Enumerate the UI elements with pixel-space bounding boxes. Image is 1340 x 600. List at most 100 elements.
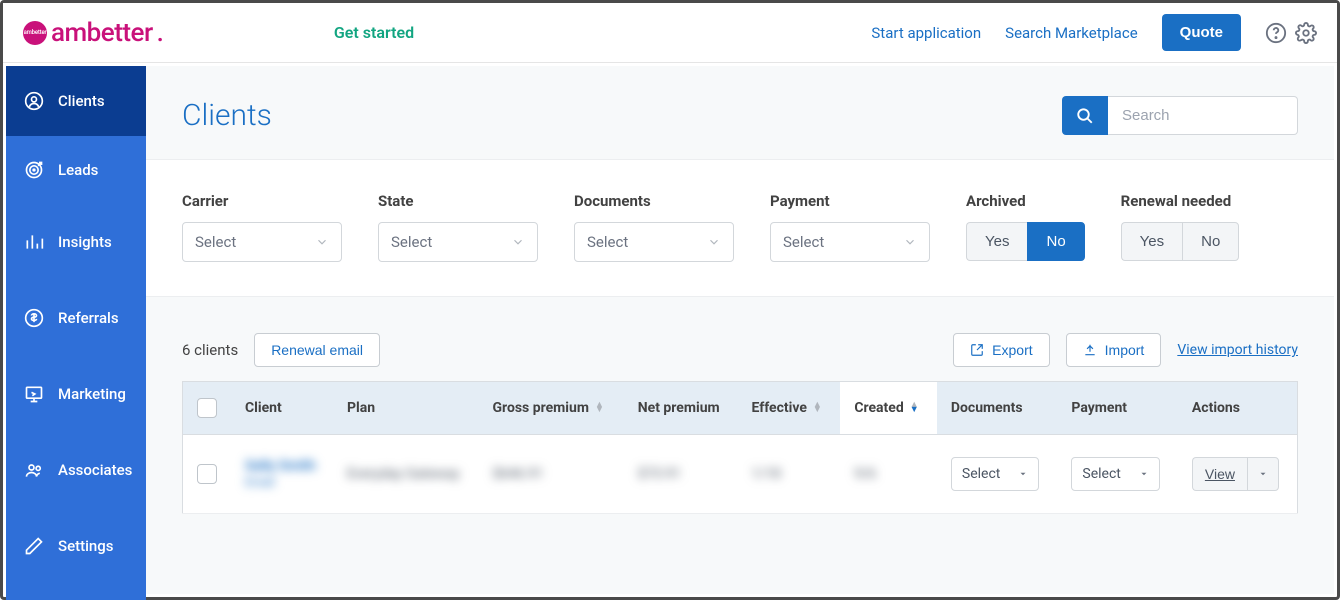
cell-effective: 1/18 <box>751 466 780 482</box>
row-documents-value: Select <box>962 466 1000 482</box>
sidebar-item-clients[interactable]: Clients <box>6 66 146 136</box>
view-button[interactable]: View <box>1192 457 1247 491</box>
chevron-down-icon <box>707 235 721 249</box>
cell-gross: $646.91 <box>492 466 543 482</box>
filter-carrier-select[interactable]: Select <box>182 222 342 262</box>
row-checkbox[interactable] <box>197 464 217 484</box>
page-header: Clients <box>146 66 1334 160</box>
renewal-no-button[interactable]: No <box>1182 222 1239 261</box>
table-wrap: Client Plan Gross premium▲▼ Net premium … <box>146 381 1334 534</box>
filter-documents-value: Select <box>587 233 628 251</box>
col-plan[interactable]: Plan <box>333 382 478 435</box>
filter-documents-label: Documents <box>574 192 734 210</box>
caret-down-icon <box>1139 469 1149 479</box>
search-marketplace-link[interactable]: Search Marketplace <box>1005 24 1138 42</box>
users-icon <box>24 460 44 480</box>
target-icon <box>24 160 44 180</box>
filter-documents-select[interactable]: Select <box>574 222 734 262</box>
brand-logo[interactable]: ambetter ambetter. <box>23 18 164 48</box>
view-caret-button[interactable] <box>1247 457 1279 491</box>
filter-payment-select[interactable]: Select <box>770 222 930 262</box>
sidebar-label-leads: Leads <box>58 161 98 179</box>
sidebar-label-insights: Insights <box>58 233 112 251</box>
caret-down-icon <box>1258 469 1268 479</box>
row-documents-select[interactable]: Select <box>951 457 1039 491</box>
filter-state-select[interactable]: Select <box>378 222 538 262</box>
col-payment[interactable]: Payment <box>1057 382 1177 435</box>
sidebar-item-leads[interactable]: Leads <box>6 136 146 204</box>
brand-dot: . <box>157 18 164 48</box>
help-icon[interactable] <box>1265 22 1287 44</box>
export-button[interactable]: Export <box>953 333 1049 367</box>
import-label: Import <box>1105 342 1145 358</box>
archived-no-button[interactable]: No <box>1027 222 1084 261</box>
col-net[interactable]: Net premium <box>624 382 738 435</box>
sidebar-item-settings[interactable]: Settings <box>6 508 146 584</box>
filter-carrier-label: Carrier <box>182 192 342 210</box>
sidebar-item-insights[interactable]: Insights <box>6 204 146 280</box>
sort-icon: ▲▼ <box>595 403 605 413</box>
chevron-down-icon <box>903 235 917 249</box>
sidebar-label-associates: Associates <box>58 461 132 479</box>
main-content: Clients Carrier Select State Select Docu… <box>146 66 1334 594</box>
get-started-link[interactable]: Get started <box>334 23 414 42</box>
gear-icon[interactable] <box>1295 22 1317 44</box>
filter-state-value: Select <box>391 233 432 251</box>
filter-renewal: Renewal needed Yes No <box>1121 192 1240 262</box>
filter-payment-value: Select <box>783 233 824 251</box>
filter-archived: Archived Yes No <box>966 192 1085 262</box>
brand-name: ambetter <box>51 18 153 48</box>
filter-state-label: State <box>378 192 538 210</box>
renewal-email-button[interactable]: Renewal email <box>254 333 380 367</box>
export-label: Export <box>992 342 1032 358</box>
start-application-link[interactable]: Start application <box>871 24 981 42</box>
app-header: ambetter ambetter. Get started Start app… <box>3 3 1337 63</box>
import-button[interactable]: Import <box>1066 333 1162 367</box>
filter-renewal-label: Renewal needed <box>1121 192 1240 210</box>
filters-row: Carrier Select State Select Documents Se… <box>146 160 1334 297</box>
sort-icon: ▲▼ <box>910 403 920 413</box>
search-input[interactable] <box>1108 96 1298 135</box>
search-icon <box>1076 107 1094 125</box>
client-email[interactable]: Email <box>245 475 275 489</box>
col-actions[interactable]: Actions <box>1178 382 1298 435</box>
sidebar-item-referrals[interactable]: Referrals <box>6 280 146 356</box>
col-documents[interactable]: Documents <box>937 382 1057 435</box>
cell-net: $73.91 <box>638 466 681 482</box>
row-payment-select[interactable]: Select <box>1071 457 1159 491</box>
table-row: Sally Smith Email Everyday Gateway $646.… <box>183 435 1298 514</box>
select-all-checkbox[interactable] <box>197 398 217 418</box>
logo-circle-text: ambetter <box>24 29 47 36</box>
filter-archived-label: Archived <box>966 192 1085 210</box>
col-created[interactable]: Created▲▼ <box>840 382 937 435</box>
chevron-down-icon <box>511 235 525 249</box>
sidebar-label-clients: Clients <box>58 92 105 110</box>
sidebar: Clients Leads Insights Referrals Marketi… <box>6 66 146 600</box>
export-icon <box>970 343 984 357</box>
archived-yes-button[interactable]: Yes <box>966 222 1027 261</box>
clients-table: Client Plan Gross premium▲▼ Net premium … <box>182 381 1298 514</box>
filter-payment-label: Payment <box>770 192 930 210</box>
sidebar-label-referrals: Referrals <box>58 309 119 327</box>
dollar-icon <box>24 308 44 328</box>
filter-state: State Select <box>378 192 538 262</box>
import-icon <box>1083 343 1097 357</box>
col-effective[interactable]: Effective▲▼ <box>737 382 840 435</box>
renewal-toggle: Yes No <box>1121 222 1240 261</box>
table-header-row: Client Plan Gross premium▲▼ Net premium … <box>183 382 1298 435</box>
view-import-history-link[interactable]: View import history <box>1177 342 1298 358</box>
sidebar-item-associates[interactable]: Associates <box>6 432 146 508</box>
col-gross[interactable]: Gross premium▲▼ <box>478 382 623 435</box>
filter-documents: Documents Select <box>574 192 734 262</box>
cell-plan: Everyday Gateway <box>347 466 460 482</box>
renewal-yes-button[interactable]: Yes <box>1121 222 1182 261</box>
filter-payment: Payment Select <box>770 192 930 262</box>
row-actions: View <box>1192 457 1279 491</box>
sort-icon: ▲▼ <box>813 403 823 413</box>
client-name[interactable]: Sally Smith <box>245 458 319 474</box>
search-button[interactable] <box>1062 96 1108 135</box>
client-icon <box>24 91 44 111</box>
col-client[interactable]: Client <box>231 382 333 435</box>
sidebar-item-marketing[interactable]: Marketing <box>6 356 146 432</box>
quote-button[interactable]: Quote <box>1162 14 1241 51</box>
